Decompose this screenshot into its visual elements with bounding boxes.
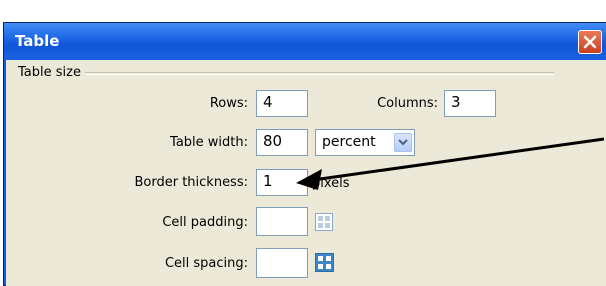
annotation-arrow: [296, 137, 605, 190]
